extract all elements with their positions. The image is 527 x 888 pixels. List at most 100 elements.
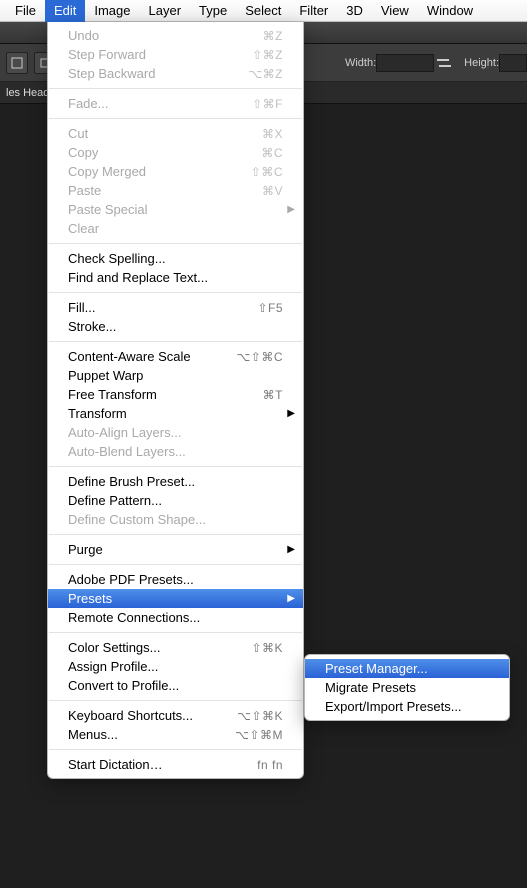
menu-separator — [49, 749, 302, 750]
menu-item-label: Copy Merged — [68, 164, 223, 179]
menu-item[interactable]: Keyboard Shortcuts...⌥⇧⌘K — [48, 706, 303, 725]
menu-item[interactable]: Stroke... — [48, 317, 303, 336]
menu-item-shortcut: ⇧⌘Z — [223, 48, 283, 62]
menu-item: Auto-Align Layers... — [48, 423, 303, 442]
menubar-item-3d[interactable]: 3D — [337, 0, 372, 22]
mac-menubar: File Edit Image Layer Type Select Filter… — [0, 0, 527, 22]
menu-item[interactable]: Assign Profile... — [48, 657, 303, 676]
menu-item-label: Undo — [68, 28, 223, 43]
width-label: Width: — [345, 57, 376, 69]
submenu-item[interactable]: Migrate Presets — [305, 678, 509, 697]
menubar-item-edit[interactable]: Edit — [45, 0, 85, 22]
menu-item[interactable]: Start Dictation…fn fn — [48, 755, 303, 774]
menu-item-label: Fill... — [68, 300, 223, 315]
menu-item-label: Remote Connections... — [68, 610, 283, 625]
menu-item: Auto-Blend Layers... — [48, 442, 303, 461]
menu-item-label: Paste — [68, 183, 223, 198]
menu-separator — [49, 341, 302, 342]
menu-item: Step Forward⇧⌘Z — [48, 45, 303, 64]
menubar-item-filter[interactable]: Filter — [290, 0, 337, 22]
menu-item-shortcut: ⌘C — [223, 146, 283, 160]
menu-item[interactable]: Purge▶ — [48, 540, 303, 559]
menu-separator — [49, 292, 302, 293]
menu-item: Copy Merged⇧⌘C — [48, 162, 303, 181]
menu-item-label: Adobe PDF Presets... — [68, 572, 283, 587]
menu-item-label: Find and Replace Text... — [68, 270, 283, 285]
menu-item[interactable]: Free Transform⌘T — [48, 385, 303, 404]
menu-item-shortcut: ⌘X — [223, 127, 283, 141]
presets-submenu: Preset Manager... Migrate Presets Export/I… — [304, 654, 510, 721]
menu-separator — [49, 564, 302, 565]
menu-item[interactable]: Define Pattern... — [48, 491, 303, 510]
menu-item[interactable]: Transform ▶ — [48, 404, 303, 423]
menu-item-shortcut: ⇧⌘F — [223, 97, 283, 111]
menubar-item-layer[interactable]: Layer — [140, 0, 191, 22]
menu-item-label: Define Brush Preset... — [68, 474, 283, 489]
menu-item-label: Purge — [68, 542, 283, 557]
menu-item-label: Keyboard Shortcuts... — [68, 708, 223, 723]
submenu-item-label: Export/Import Presets... — [325, 699, 489, 714]
menubar-item-image[interactable]: Image — [85, 0, 139, 22]
menu-item: Cut⌘X — [48, 124, 303, 143]
menu-item-label: Stroke... — [68, 319, 283, 334]
menu-item-label: Define Custom Shape... — [68, 512, 283, 527]
menubar-item-window[interactable]: Window — [418, 0, 482, 22]
menu-item-shortcut: fn fn — [223, 758, 283, 772]
menu-item[interactable]: Color Settings...⇧⌘K — [48, 638, 303, 657]
menubar-item-select[interactable]: Select — [236, 0, 290, 22]
menu-item-label: Auto-Align Layers... — [68, 425, 283, 440]
submenu-arrow-icon: ▶ — [287, 408, 295, 419]
submenu-item[interactable]: Export/Import Presets... — [305, 697, 509, 716]
menu-item-label: Define Pattern... — [68, 493, 283, 508]
menu-item-label: Fade... — [68, 96, 223, 111]
menu-item-label: Copy — [68, 145, 223, 160]
menu-item-shortcut: ⌘V — [223, 184, 283, 198]
menu-item[interactable]: Convert to Profile... — [48, 676, 303, 695]
menu-item-label: Transform — [68, 406, 283, 421]
menu-separator — [49, 700, 302, 701]
menu-item[interactable]: Remote Connections... — [48, 608, 303, 627]
submenu-arrow-icon: ▶ — [287, 204, 295, 215]
menubar-item-type[interactable]: Type — [190, 0, 236, 22]
height-label: Height: — [464, 57, 499, 69]
width-field[interactable] — [376, 54, 434, 72]
menu-item: Fade...⇧⌘F — [48, 94, 303, 113]
menu-item-label: Presets — [68, 591, 283, 606]
menu-item-shortcut: ⌘T — [223, 388, 283, 402]
menu-item-shortcut: ⌥⇧⌘K — [223, 709, 283, 723]
menu-separator — [49, 632, 302, 633]
menu-separator — [49, 466, 302, 467]
menu-item: Define Custom Shape... — [48, 510, 303, 529]
menu-item[interactable]: Find and Replace Text... — [48, 268, 303, 287]
tool-preset-icon[interactable] — [6, 52, 28, 74]
height-field[interactable] — [499, 54, 527, 72]
menu-item: Paste⌘V — [48, 181, 303, 200]
edit-dropdown: Undo⌘ZStep Forward⇧⌘ZStep Backward⌥⌘Z Fad… — [47, 22, 304, 779]
menubar-item-view[interactable]: View — [372, 0, 418, 22]
submenu-item[interactable]: Preset Manager... — [305, 659, 509, 678]
menu-item[interactable]: Content-Aware Scale⌥⇧⌘C — [48, 347, 303, 366]
menu-item[interactable]: Puppet Warp — [48, 366, 303, 385]
menu-item-label: Menus... — [68, 727, 223, 742]
menu-item: Undo⌘Z — [48, 26, 303, 45]
menu-separator — [49, 88, 302, 89]
menu-item[interactable]: Check Spelling... — [48, 249, 303, 268]
menu-item[interactable]: Adobe PDF Presets... — [48, 570, 303, 589]
menu-item-label: Convert to Profile... — [68, 678, 283, 693]
menu-item-label: Check Spelling... — [68, 251, 283, 266]
menu-item-label: Puppet Warp — [68, 368, 283, 383]
menu-item-shortcut: ⌥⌘Z — [223, 67, 283, 81]
menu-item[interactable]: Fill...⇧F5 — [48, 298, 303, 317]
menubar-item-file[interactable]: File — [6, 0, 45, 22]
submenu-item-label: Migrate Presets — [325, 680, 489, 695]
swap-dimensions-icon[interactable] — [434, 56, 454, 70]
menu-item-label: Paste Special — [68, 202, 283, 217]
submenu-item-label: Preset Manager... — [325, 661, 489, 676]
menu-item[interactable]: Menus...⌥⇧⌘M — [48, 725, 303, 744]
menu-item-label: Auto-Blend Layers... — [68, 444, 283, 459]
menu-item: Step Backward⌥⌘Z — [48, 64, 303, 83]
menu-item-label: Assign Profile... — [68, 659, 283, 674]
menu-item-shortcut: ⌥⇧⌘M — [223, 728, 283, 742]
menu-item[interactable]: Define Brush Preset... — [48, 472, 303, 491]
menu-item[interactable]: Presets▶ — [48, 589, 303, 608]
